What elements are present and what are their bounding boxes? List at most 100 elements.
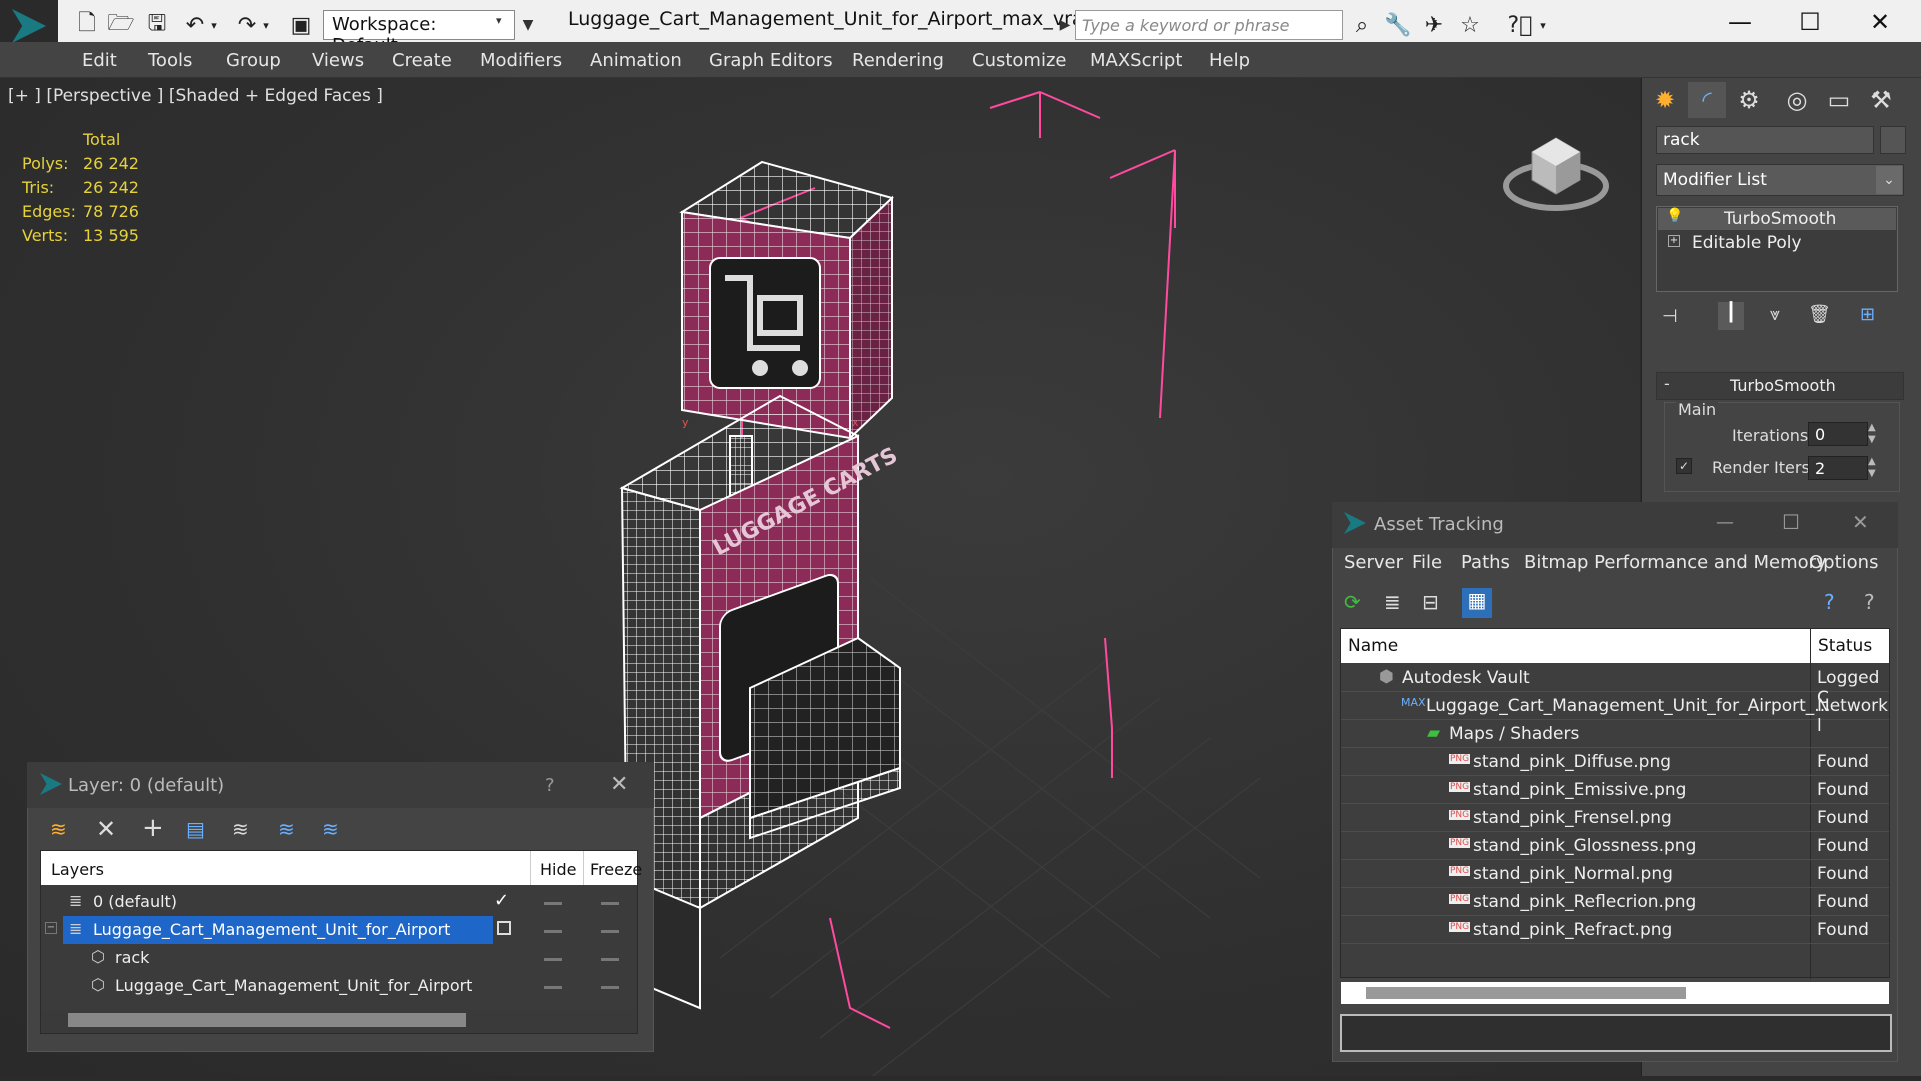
modify-tab-icon[interactable]: ◜ bbox=[1688, 82, 1726, 118]
layer-row-luggage-cart[interactable]: − ≣ Luggage_Cart_Management_Unit_for_Air… bbox=[41, 916, 637, 944]
wrench-icon[interactable]: 🔧 bbox=[1383, 12, 1413, 38]
delete-layer-icon[interactable]: ✕ bbox=[96, 815, 116, 843]
select-objects-icon[interactable]: ▤ bbox=[186, 817, 205, 841]
hide-toggle[interactable] bbox=[544, 902, 562, 905]
asset-maximize-button[interactable]: ☐ bbox=[1782, 510, 1800, 534]
save-icon[interactable]: 🖫 bbox=[142, 11, 172, 38]
show-end-result-icon[interactable]: ┃ bbox=[1718, 302, 1744, 330]
menu-modifiers[interactable]: Modifiers bbox=[480, 50, 562, 71]
motion-tab-icon[interactable]: ◎ bbox=[1778, 82, 1816, 118]
create-tab-icon[interactable]: ✹ bbox=[1646, 82, 1684, 118]
asset-path-input[interactable] bbox=[1340, 1014, 1892, 1052]
layer-row-default[interactable]: ≣ 0 (default) ✓ bbox=[41, 888, 637, 916]
help-icon[interactable]: ?⃝ bbox=[1505, 12, 1535, 38]
workspace-dropdown[interactable]: Workspace: Default bbox=[323, 10, 515, 56]
menu-edit[interactable]: Edit bbox=[82, 50, 117, 71]
make-current-icon[interactable] bbox=[497, 921, 511, 935]
menu-tools[interactable]: Tools bbox=[148, 50, 192, 71]
search-input[interactable]: Type a keyword or phrase bbox=[1075, 10, 1343, 40]
vault-settings-icon[interactable]: ? bbox=[1864, 590, 1875, 614]
hide-all-layers-icon[interactable]: ≋ bbox=[322, 817, 339, 841]
menu-graph-editors[interactable]: Graph Editors bbox=[709, 50, 833, 71]
pin-stack-icon[interactable]: ⊣ bbox=[1662, 306, 1678, 327]
table-row[interactable]: PNG stand_pink_Frensel.png Found bbox=[1341, 804, 1889, 832]
configure-sets-icon[interactable]: ⊞ bbox=[1860, 304, 1875, 325]
menu-views[interactable]: Views bbox=[312, 50, 364, 71]
freeze-toggle[interactable] bbox=[601, 902, 619, 905]
search-expand-icon[interactable]: ▶ bbox=[1057, 10, 1073, 40]
undo-dropdown-icon[interactable]: ▾ bbox=[206, 12, 222, 38]
collapse-minus-icon[interactable]: − bbox=[45, 922, 57, 934]
redo-dropdown-icon[interactable]: ▾ bbox=[258, 12, 274, 38]
close-button[interactable]: ✕ bbox=[1850, 4, 1910, 40]
menu-animation[interactable]: Animation bbox=[590, 50, 682, 71]
menu-create[interactable]: Create bbox=[392, 50, 452, 71]
object-name-field[interactable]: rack bbox=[1656, 126, 1874, 154]
freeze-toggle[interactable] bbox=[601, 930, 619, 933]
stack-item-editable-poly[interactable]: + Editable Poly bbox=[1658, 232, 1896, 254]
new-layer-icon[interactable]: ≋ bbox=[50, 817, 67, 841]
table-row[interactable]: ▰ Maps / Shaders bbox=[1341, 720, 1889, 748]
list-view-icon[interactable]: ≣ bbox=[1384, 590, 1401, 614]
add-to-layer-icon[interactable]: + bbox=[142, 813, 164, 843]
hide-toggle[interactable] bbox=[544, 958, 562, 961]
signal-icon[interactable]: ✈ bbox=[1419, 12, 1449, 38]
menu-group[interactable]: Group bbox=[226, 50, 281, 71]
render-iters-checkbox[interactable]: ✓ bbox=[1676, 458, 1692, 474]
menu-rendering[interactable]: Rendering bbox=[852, 50, 944, 71]
hierarchy-tab-icon[interactable]: ⚙ bbox=[1730, 82, 1768, 118]
open-folder-icon[interactable]: 🗁 bbox=[106, 11, 136, 38]
rollout-collapse-icon[interactable]: - bbox=[1664, 374, 1670, 393]
stack-item-turbosmooth[interactable]: 💡 TurboSmooth bbox=[1658, 208, 1896, 230]
asset-close-button[interactable]: ✕ bbox=[1852, 510, 1869, 534]
expand-plus-icon[interactable]: + bbox=[1668, 235, 1680, 247]
menu-customize[interactable]: Customize bbox=[972, 50, 1066, 71]
at-menu-paths[interactable]: Paths bbox=[1461, 552, 1510, 573]
project-folder-icon[interactable]: ▣ bbox=[286, 12, 316, 38]
highlight-layer-icon[interactable]: ≋ bbox=[278, 817, 295, 841]
col-layers-header[interactable]: Layers bbox=[51, 860, 104, 879]
at-menu-bitmap-performance[interactable]: Bitmap Performance and Memory bbox=[1524, 552, 1827, 573]
table-row[interactable]: PNG stand_pink_Diffuse.png Found bbox=[1341, 748, 1889, 776]
at-menu-file[interactable]: File bbox=[1412, 552, 1442, 573]
object-color-swatch[interactable] bbox=[1880, 126, 1906, 154]
col-hide-header[interactable]: Hide bbox=[540, 860, 576, 879]
minimize-button[interactable]: — bbox=[1710, 4, 1770, 40]
render-iters-spin-arrows-icon[interactable]: ▲ ▼ bbox=[1868, 456, 1876, 480]
table-row[interactable]: PNG stand_pink_Refract.png Found bbox=[1341, 916, 1889, 944]
favorites-star-icon[interactable]: ☆ bbox=[1455, 12, 1485, 38]
vault-help-icon[interactable]: ? bbox=[1824, 590, 1835, 614]
viewcube-icon[interactable] bbox=[1500, 122, 1612, 222]
active-layer-check-icon[interactable]: ✓ bbox=[494, 890, 509, 911]
iterations-spinner[interactable]: 0 bbox=[1808, 422, 1868, 446]
select-layer-icon[interactable]: ≋ bbox=[232, 817, 249, 841]
remove-modifier-icon[interactable]: 🗑 bbox=[1808, 304, 1831, 325]
model-wireframe[interactable]: LUGGAGE CARTS y x bbox=[600, 78, 1340, 1076]
modifier-list-chevron-icon[interactable]: ⌄ bbox=[1876, 166, 1902, 194]
hide-toggle[interactable] bbox=[544, 930, 562, 933]
menu-maxscript[interactable]: MAXScript bbox=[1090, 50, 1182, 71]
asset-minimize-button[interactable]: — bbox=[1716, 512, 1734, 533]
maximize-button[interactable]: ☐ bbox=[1780, 4, 1840, 40]
utilities-tab-icon[interactable]: ⚒ bbox=[1862, 82, 1900, 118]
table-row[interactable]: ⬢ Autodesk Vault Logged C bbox=[1341, 664, 1889, 708]
binoculars-icon[interactable]: ⌕ bbox=[1347, 12, 1377, 38]
at-menu-options[interactable]: Options bbox=[1809, 552, 1878, 573]
layer-row-luggage-cart-object[interactable]: ⬡ Luggage_Cart_Management_Unit_for_Airpo… bbox=[41, 972, 637, 1000]
hide-toggle[interactable] bbox=[544, 986, 562, 989]
table-row[interactable]: PNG stand_pink_Normal.png Found bbox=[1341, 860, 1889, 888]
col-freeze-header[interactable]: Freeze bbox=[590, 860, 642, 879]
render-iters-spinner[interactable]: 2 bbox=[1808, 456, 1868, 480]
asset-scroll-thumb[interactable] bbox=[1366, 987, 1686, 999]
iterations-spin-arrows-icon[interactable]: ▲ ▼ bbox=[1868, 422, 1876, 446]
layer-row-rack[interactable]: ⬡ rack bbox=[41, 944, 637, 972]
help-dropdown-icon[interactable]: ▾ bbox=[1535, 12, 1551, 38]
table-row[interactable]: PNG stand_pink_Reflecrion.png Found bbox=[1341, 888, 1889, 916]
menu-help[interactable]: Help bbox=[1209, 50, 1250, 71]
viewport-label[interactable]: [+ ] [Perspective ] [Shaded + Edged Face… bbox=[8, 86, 383, 106]
at-menu-server[interactable]: Server bbox=[1344, 552, 1403, 573]
make-unique-icon[interactable]: ⩔ bbox=[1770, 304, 1780, 325]
col-status-header[interactable]: Status bbox=[1818, 636, 1872, 656]
tree-view-icon[interactable]: ⊟ bbox=[1422, 590, 1439, 614]
lightbulb-icon[interactable]: 💡 bbox=[1666, 208, 1683, 224]
